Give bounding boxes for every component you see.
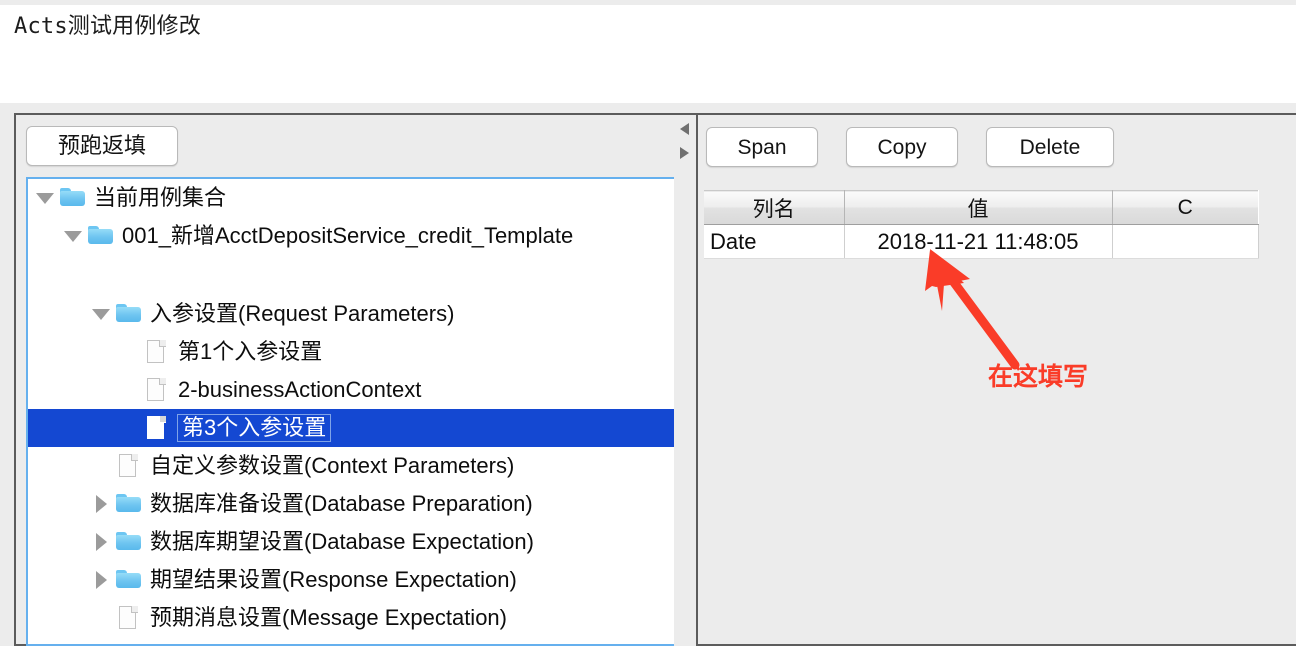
cell-value[interactable]: 2018-11-21 11:48:05 [844,224,1113,259]
copy-button[interactable]: Copy [846,127,958,167]
tree-item[interactable]: 第3个入参设置 [28,409,678,447]
panel-splitter[interactable] [674,113,696,646]
triangle-right-icon[interactable] [88,533,114,551]
parameter-table[interactable]: 列名 值 C Date 2018-11-21 11:48:05 [704,190,1259,259]
app-window: Acts测试用例修改 预跑返填 当前用例集合 001_新增AcctDepositS… [0,0,1296,646]
tree-item[interactable]: 数据库期望设置(Database Expectation) [28,523,678,561]
case-tree[interactable]: 当前用例集合 001_新增AcctDepositService_credit_Te… [26,177,681,646]
tree-item-label: 第3个入参设置 [177,414,332,442]
folder-icon [114,301,144,327]
tree-item-label: 001_新增AcctDepositService_credit_Template [122,223,574,248]
tree-item-label: 第1个入参设置 [178,339,323,364]
folder-icon [114,491,144,517]
tree-item-label: 入参设置(Request Parameters) [150,301,455,326]
triangle-right-icon [95,571,107,589]
triangle-down-icon[interactable] [60,230,86,242]
tree-item[interactable]: 入参设置(Request Parameters) [28,295,678,333]
tree-item-label: 数据库期望设置(Database Expectation) [150,529,534,554]
tree-item-label: 期望结果设置(Response Expectation) [150,567,517,592]
tree-item-label: 数据库准备设置(Database Preparation) [150,491,533,516]
tree-item[interactable] [28,637,678,644]
triangle-right-icon[interactable] [88,495,114,513]
triangle-down-icon[interactable] [88,308,114,320]
file-icon [114,605,144,631]
tree-item[interactable]: 当前用例集合 [28,179,678,217]
file-icon [142,339,172,365]
file-icon [142,415,172,441]
tree-item[interactable]: 预期消息设置(Message Expectation) [28,599,678,637]
triangle-right-icon [95,533,107,551]
triangle-left-icon[interactable] [680,123,689,135]
delete-button[interactable]: Delete [986,127,1114,167]
tree-rows: 当前用例集合 001_新增AcctDepositService_credit_Te… [28,179,678,644]
parameter-table-wrapper: 列名 值 C Date 2018-11-21 11:48:05 [704,190,1292,259]
tree-item[interactable]: 自定义参数设置(Context Parameters) [28,447,678,485]
window-top-strip [0,0,1296,5]
tree-item-label: 当前用例集合 [94,185,227,210]
folder-icon [86,223,116,249]
column-header-value[interactable]: 值 [844,190,1113,225]
right-toolbar: Span Copy Delete [698,115,1296,173]
left-toolbar: 预跑返填 [16,115,682,171]
tree-item[interactable]: 期望结果设置(Response Expectation) [28,561,678,599]
file-icon [142,377,172,403]
annotation-label: 在这填写 [988,363,1089,391]
column-header-name[interactable]: 列名 [704,190,845,225]
tree-item[interactable]: 2-businessActionContext [28,371,678,409]
table-header: 列名 值 C [704,190,1258,225]
folder-icon [114,567,144,593]
folder-icon [58,185,88,211]
triangle-down-icon [92,308,110,320]
triangle-right-icon [95,495,107,513]
file-icon [114,453,144,479]
span-button[interactable]: Span [706,127,818,167]
triangle-down-icon [64,230,82,242]
column-header-c[interactable]: C [1112,190,1258,225]
tree-item-label: 自定义参数设置(Context Parameters) [150,453,515,478]
tree-item[interactable]: 001_新增AcctDepositService_credit_Template [28,217,678,255]
table-header-row: 列名 值 C [704,190,1258,225]
page-title: Acts测试用例修改 [14,14,201,39]
cell-column-name[interactable]: Date [704,224,845,259]
triangle-down-icon[interactable] [32,192,58,204]
prerun-backfill-button[interactable]: 预跑返填 [26,126,178,166]
triangle-right-icon[interactable] [680,147,689,159]
tree-item[interactable]: 第1个入参设置 [28,333,678,371]
tree-item[interactable]: 数据库准备设置(Database Preparation) [28,485,678,523]
tree-item[interactable] [28,255,678,295]
tree-item-label: 2-businessActionContext [178,377,422,402]
triangle-right-icon[interactable] [88,571,114,589]
left-panel: 预跑返填 当前用例集合 001_新增AcctDepositService_cred… [14,113,682,646]
folder-icon [114,529,144,555]
table-row[interactable]: Date 2018-11-21 11:48:05 [704,224,1259,259]
tree-item-label: 预期消息设置(Message Expectation) [150,605,507,630]
cell-c[interactable] [1112,224,1259,259]
table-body: Date 2018-11-21 11:48:05 [704,224,1259,259]
triangle-down-icon [36,192,54,204]
